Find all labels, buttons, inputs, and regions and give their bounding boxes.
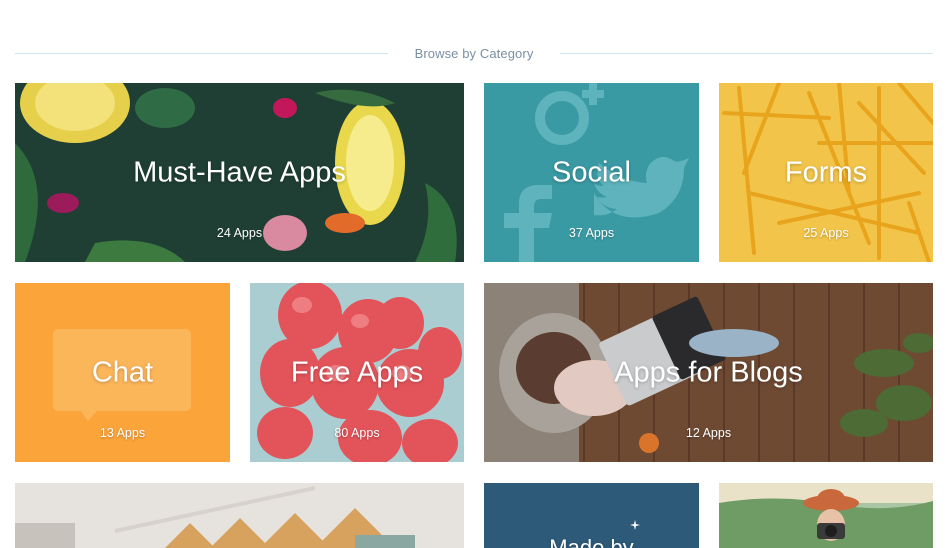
tile-app-count: 37 Apps	[568, 226, 615, 240]
category-tile-social[interactable]: Social 37 Apps	[484, 83, 699, 262]
heading-divider-right	[560, 53, 933, 54]
tile-app-count: 12 Apps	[685, 426, 732, 440]
tile-title: Made by	[549, 535, 634, 548]
category-tile-free-apps[interactable]: Free Apps 80 Apps	[250, 283, 464, 462]
google-plus-icon	[535, 83, 604, 145]
category-tile-must-have-apps[interactable]: Must-Have Apps 24 Apps	[15, 83, 464, 262]
tile-title: Free Apps	[290, 356, 424, 388]
tile-app-count: 13 Apps	[99, 426, 146, 440]
facebook-icon	[504, 185, 552, 262]
clothes-hangers-image	[15, 483, 464, 548]
tile-title: Social	[552, 156, 631, 188]
category-tile-made-by[interactable]: Made by	[484, 483, 699, 548]
browse-by-category-heading: Browse by Category	[15, 44, 933, 64]
tile-app-count: 80 Apps	[334, 426, 380, 440]
category-tile-photographer[interactable]	[719, 483, 933, 548]
category-tile-apps-for-blogs[interactable]: Apps for Blogs 12 Apps	[484, 283, 933, 462]
tile-app-count: 25 Apps	[803, 226, 849, 240]
tile-title: Chat	[91, 356, 154, 388]
tile-title: Must-Have Apps	[133, 156, 346, 188]
tile-app-count: 24 Apps	[216, 226, 263, 240]
tile-title: Forms	[784, 156, 868, 188]
category-tile-forms[interactable]: Forms 25 Apps	[719, 83, 933, 262]
sparkle-icon	[630, 520, 640, 530]
category-tile-chat[interactable]: Chat 13 Apps	[15, 283, 230, 462]
category-tile-clothing-hangers[interactable]	[15, 483, 464, 548]
tile-title: Apps for Blogs	[614, 356, 803, 388]
photographer-image	[719, 483, 933, 548]
